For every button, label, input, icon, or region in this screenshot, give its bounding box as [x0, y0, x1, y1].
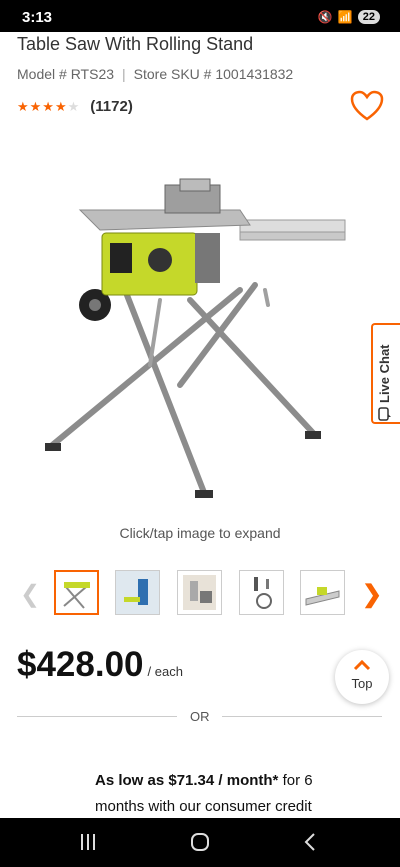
expand-hint: Click/tap image to expand — [119, 525, 281, 541]
status-icons: 🔇 📶 22 — [318, 10, 380, 24]
thumbnail-saw-top-view[interactable] — [300, 570, 345, 615]
divider-right — [222, 716, 382, 717]
mute-icon: 🔇 — [317, 10, 333, 24]
wifi-icon: 📶 — [337, 10, 353, 24]
meta-separator: | — [122, 66, 126, 82]
credit-offer-amount: As low as $71.34 / month* — [95, 772, 279, 789]
product-title: Table Saw With Rolling Stand — [17, 34, 254, 54]
review-count[interactable]: (1172) — [90, 98, 133, 115]
thumbnail-accessories[interactable] — [239, 570, 284, 615]
store-sku: Store SKU # 1001431832 — [133, 66, 294, 82]
chat-icon — [377, 407, 391, 421]
rating-stars: ★★★★★ — [17, 98, 81, 114]
price-value: $428.00 — [17, 645, 144, 684]
or-label: OR — [190, 709, 210, 724]
divider-left — [17, 716, 177, 717]
back-icon[interactable] — [302, 830, 318, 854]
back-to-top-button[interactable]: Top — [335, 650, 389, 704]
price-unit: / each — [147, 664, 183, 679]
product-meta: Model # RTS23 | Store SKU # 1001431832 — [17, 66, 293, 82]
thumbnail-person-using-saw[interactable] — [115, 570, 160, 615]
home-icon[interactable] — [189, 830, 211, 854]
chevron-right-icon[interactable]: ❯ — [362, 580, 382, 609]
credit-offer: As low as $71.34 / month* for 6 months w… — [95, 768, 365, 820]
price: $428.00 / each — [17, 645, 183, 685]
chevron-up-icon — [353, 659, 371, 671]
status-bar: 3:13 🔇 📶 22 — [0, 0, 400, 32]
chevron-left-icon[interactable]: ❮ — [20, 580, 40, 609]
recent-apps-icon[interactable] — [78, 830, 98, 854]
live-chat-button[interactable]: Live Chat — [371, 323, 400, 424]
battery-indicator: 22 — [357, 10, 380, 24]
thumbnail-saw-on-stand[interactable] — [54, 570, 99, 615]
top-label: Top — [351, 676, 373, 691]
thumbnail-saw-in-room[interactable] — [177, 570, 222, 615]
live-chat-label: Live Chat — [377, 344, 392, 403]
status-time: 3:13 — [22, 9, 53, 26]
rating[interactable]: ★★★★★ (1172) — [17, 98, 133, 115]
model-number: Model # RTS23 — [17, 66, 115, 82]
product-image[interactable] — [40, 165, 360, 510]
heart-icon[interactable] — [350, 90, 384, 122]
navigation-bar — [0, 818, 400, 867]
